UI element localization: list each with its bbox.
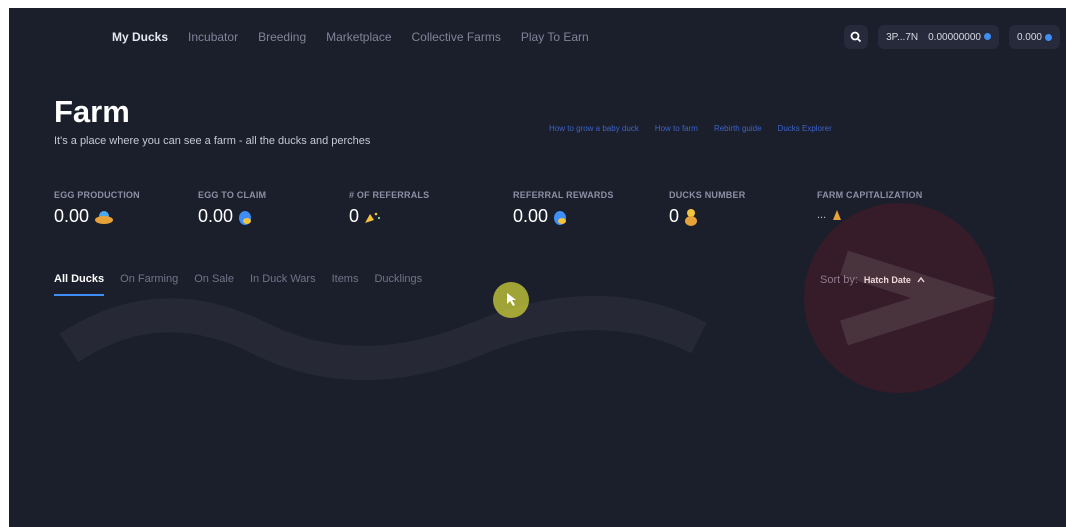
- nav-collective-farms[interactable]: Collective Farms: [412, 30, 501, 44]
- stat-value: 0: [669, 206, 745, 227]
- page-title: Farm: [54, 94, 130, 129]
- stat-farm-capitalization: FARM CAPITALIZATION ...: [817, 190, 922, 221]
- stat-label: DUCKS NUMBER: [669, 190, 746, 200]
- tab-all-ducks[interactable]: All Ducks: [54, 273, 105, 296]
- duck-tabs: All Ducks On Farming On Sale In Duck War…: [54, 273, 422, 296]
- stat-label: EGG TO CLAIM: [198, 190, 267, 200]
- nav-breeding[interactable]: Breeding: [258, 30, 306, 44]
- stat-value: 0.00: [54, 206, 140, 227]
- coin-icon: [1045, 33, 1052, 41]
- stat-label: # OF REFERRALS: [349, 190, 430, 200]
- search-icon: [850, 31, 862, 43]
- token-balance-value: 0.000: [1016, 31, 1042, 43]
- top-navbar: My Ducks Incubator Breeding Marketplace …: [9, 8, 1066, 64]
- app-frame: My Ducks Incubator Breeding Marketplace …: [9, 8, 1066, 527]
- stat-egg-to-claim: EGG TO CLAIM 0.00: [198, 190, 266, 227]
- main-nav: My Ducks Incubator Breeding Marketplace …: [112, 30, 589, 44]
- cursor-highlight: [493, 282, 529, 318]
- stat-label: REFERRAL REWARDS: [513, 190, 614, 200]
- sort-dropdown[interactable]: Sort by: Hatch Date: [820, 274, 925, 286]
- tab-in-duck-wars[interactable]: In Duck Wars: [250, 273, 316, 296]
- guide-ducks-explorer[interactable]: Ducks Explorer: [778, 124, 832, 133]
- page-subtitle: It's a place where you can see a farm - …: [54, 135, 371, 147]
- money-bag-icon: [833, 210, 842, 220]
- tab-on-farming[interactable]: On Farming: [120, 273, 178, 296]
- egg-icon: [554, 210, 567, 225]
- guide-how-to-farm[interactable]: How to farm: [655, 124, 698, 133]
- nav-right: 3P...7N 0.00000000 0.000: [844, 25, 1060, 49]
- stat-referral-rewards: REFERRAL REWARDS 0.00: [513, 190, 614, 227]
- tab-on-sale[interactable]: On Sale: [194, 273, 234, 296]
- token-balance[interactable]: 0.000: [1008, 25, 1060, 49]
- guide-rebirth[interactable]: Rebirth guide: [714, 124, 762, 133]
- stat-label: FARM CAPITALIZATION: [817, 190, 923, 200]
- stat-value: 0: [349, 206, 429, 227]
- tab-items[interactable]: Items: [332, 273, 359, 296]
- guide-links: How to grow a baby duck How to farm Rebi…: [549, 124, 832, 133]
- wallet-address: 3P...7N: [886, 31, 919, 43]
- stat-ducks-number: DUCKS NUMBER 0: [669, 190, 745, 227]
- nav-incubator[interactable]: Incubator: [188, 30, 238, 44]
- coin-icon: [983, 33, 991, 41]
- nav-my-ducks[interactable]: My Ducks: [112, 30, 168, 44]
- egg-nest-icon: [95, 210, 114, 224]
- duck-icon: [685, 208, 698, 226]
- guide-grow-baby-duck[interactable]: How to grow a baby duck: [549, 124, 639, 133]
- search-button[interactable]: [844, 25, 869, 49]
- stat-label: EGG PRODUCTION: [54, 190, 140, 200]
- tab-ducklings[interactable]: Ducklings: [374, 273, 422, 296]
- stat-value: 0.00: [198, 206, 266, 227]
- nav-play-to-earn[interactable]: Play To Earn: [521, 30, 589, 44]
- stat-referrals: # OF REFERRALS 0: [349, 190, 429, 227]
- chevron-up-icon: [917, 277, 925, 283]
- sort-value: Hatch Date: [863, 275, 911, 285]
- stat-egg-production: EGG PRODUCTION 0.00: [54, 190, 140, 227]
- party-popper-icon: [365, 212, 381, 223]
- watermark-logo: [59, 203, 997, 393]
- wallet-button[interactable]: 3P...7N 0.00000000: [878, 25, 999, 49]
- egg-icon: [239, 210, 252, 225]
- nav-marketplace[interactable]: Marketplace: [326, 30, 391, 44]
- cursor-icon: [507, 293, 516, 306]
- wallet-balance: 0.00000000: [928, 32, 991, 43]
- stat-value: ...: [817, 209, 922, 221]
- sort-label: Sort by:: [820, 274, 858, 286]
- stat-value: 0.00: [513, 206, 614, 227]
